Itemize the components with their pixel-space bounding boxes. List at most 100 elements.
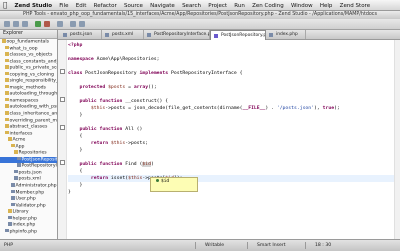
editor-tab[interactable]: posts.xml <box>102 30 144 39</box>
folder-icon <box>11 143 15 148</box>
code-line[interactable]: return $this->posts; <box>68 140 148 147</box>
code-token: $id <box>142 162 151 167</box>
menu-window[interactable]: Window <box>291 1 313 10</box>
fold-toggle[interactable] <box>60 69 65 74</box>
code-line[interactable]: public function __construct() { <box>68 98 168 105</box>
code-editor[interactable]: posts.json posts.xml PostRepositoryInterfa… <box>58 30 400 239</box>
tree-item[interactable]: autoloading_through_spl <box>0 91 57 98</box>
debug-icon[interactable] <box>44 21 50 27</box>
menu-edit[interactable]: Edit <box>76 1 87 10</box>
menu-help[interactable]: Help <box>320 1 333 10</box>
menu-source[interactable]: Source <box>124 1 143 10</box>
tree-item-label: magic_methods <box>9 85 46 91</box>
editor-tab[interactable]: posts.json <box>60 30 102 39</box>
new-file-icon[interactable] <box>4 21 10 27</box>
code-line[interactable]: protected $posts = array(); <box>68 84 156 91</box>
folder-icon <box>8 209 12 213</box>
menu-app[interactable]: Zend Studio <box>14 1 52 10</box>
code-line[interactable]: } <box>68 182 82 189</box>
tree-item[interactable]: oop_fundamentals <box>0 39 57 46</box>
tree-item[interactable]: class_inheritance_and_protec <box>0 111 57 118</box>
editor-tab[interactable]: PostRepositoryInterface.php <box>144 30 210 39</box>
tree-item-label: Member.php <box>15 189 45 195</box>
menu-search[interactable]: Search <box>182 1 201 10</box>
code-line[interactable]: class PostJsonRepository implements Post… <box>68 70 242 77</box>
folder-icon <box>14 150 18 154</box>
tree-item[interactable]: single_responsibility_princ <box>0 78 57 85</box>
php-file-icon <box>14 169 18 174</box>
code-token: $this <box>128 176 143 181</box>
php-file-icon <box>14 176 18 180</box>
tree-item-label: abstract_classes <box>9 124 48 130</box>
tree-item-label: posts.xml <box>18 176 41 182</box>
code-token: ) . <box>265 106 277 111</box>
code-line[interactable]: public function Find ($id) <box>68 161 154 168</box>
fold-toggle[interactable] <box>60 125 65 130</box>
apple-menu-icon[interactable]:  <box>3 0 7 10</box>
tree-item-label: single_responsibility_princ <box>9 78 58 84</box>
tree-item-label: Repositories <box>18 150 47 156</box>
code-token: PostRepositoryInterface { <box>170 71 243 76</box>
search-icon[interactable] <box>57 21 63 27</box>
menu-run[interactable]: Run <box>234 1 245 10</box>
variable-icon <box>156 179 159 182</box>
status-insert-mode: Smart Insert <box>257 243 286 248</box>
menu-refactor[interactable]: Refactor <box>94 1 117 10</box>
folder-icon <box>5 117 9 122</box>
tree-item[interactable]: classes_vs_objects <box>0 52 57 59</box>
tree-item-label: phpinfo.php <box>9 229 37 235</box>
folder-icon <box>5 78 9 82</box>
save-icon[interactable] <box>13 21 19 27</box>
autocomplete-popup[interactable]: $id <box>150 177 198 192</box>
status-perspective[interactable]: PHP <box>4 240 13 251</box>
menu-zend-store[interactable]: Zend Store <box>340 1 370 10</box>
code-line[interactable]: return isset($this->posts[$id]); <box>68 175 398 182</box>
code-line[interactable]: public function All () <box>68 126 142 133</box>
editor-scrollbar[interactable] <box>394 40 400 239</box>
code-line[interactable]: $this->posts = json_decode(file_get_cont… <box>68 105 340 112</box>
menu-project[interactable]: Project <box>208 1 227 10</box>
autocomplete-item[interactable]: $id <box>161 179 169 184</box>
editor-tab[interactable]: index.php <box>266 30 306 39</box>
code-line[interactable]: } <box>68 189 71 196</box>
code-token: Find ( <box>125 162 143 167</box>
fold-toggle[interactable] <box>60 97 65 102</box>
tree-item-label: oop_fundamentals <box>6 39 50 45</box>
status-divider <box>195 242 196 249</box>
menu-bar:  Zend Studio File Edit Refactor Source … <box>0 0 400 11</box>
forward-icon[interactable] <box>79 21 85 27</box>
menu-zen-coding[interactable]: Zen Coding <box>252 1 284 10</box>
folder-icon <box>8 137 12 141</box>
tree-item[interactable]: public_vs_private_scope <box>0 65 57 72</box>
code-line[interactable]: { <box>68 168 82 175</box>
folder-icon <box>5 91 9 95</box>
code-line[interactable]: { <box>68 133 82 140</box>
tree-item-label: class_constants_and_inter <box>9 58 58 64</box>
back-icon[interactable] <box>70 21 76 27</box>
menu-file[interactable]: File <box>59 1 68 10</box>
menu-navigate[interactable]: Navigate <box>150 1 175 10</box>
code-line[interactable]: } <box>68 112 82 119</box>
tree-item-label: User.php <box>15 196 36 202</box>
fold-toggle[interactable] <box>60 160 65 165</box>
php-file-icon <box>5 228 9 233</box>
php-file-icon <box>8 215 12 220</box>
editor-gutter <box>58 40 67 239</box>
print-icon[interactable] <box>22 21 28 27</box>
tree-item-label: autoloading_through_spl <box>9 91 58 97</box>
code-token: public function <box>79 162 126 167</box>
code-line[interactable]: } <box>68 147 82 154</box>
code-token: namespace <box>68 57 97 62</box>
code-token: ) <box>150 162 154 167</box>
tree-item[interactable]: phpinfo.php <box>0 228 57 236</box>
run-icon[interactable] <box>35 21 41 27</box>
code-line[interactable]: namespace Acme\App\Repositories; <box>68 56 160 63</box>
folder-icon <box>5 111 9 115</box>
code-token: class <box>68 71 86 76</box>
editor-tab[interactable]: PostJsonRepository.php <box>210 30 266 40</box>
php-file-icon <box>8 222 12 226</box>
code-area[interactable]: <?php namespace Acme\App\Repositories; cla… <box>68 40 398 239</box>
code-line[interactable]: <?php <box>68 42 82 49</box>
php-file-icon <box>11 202 15 207</box>
